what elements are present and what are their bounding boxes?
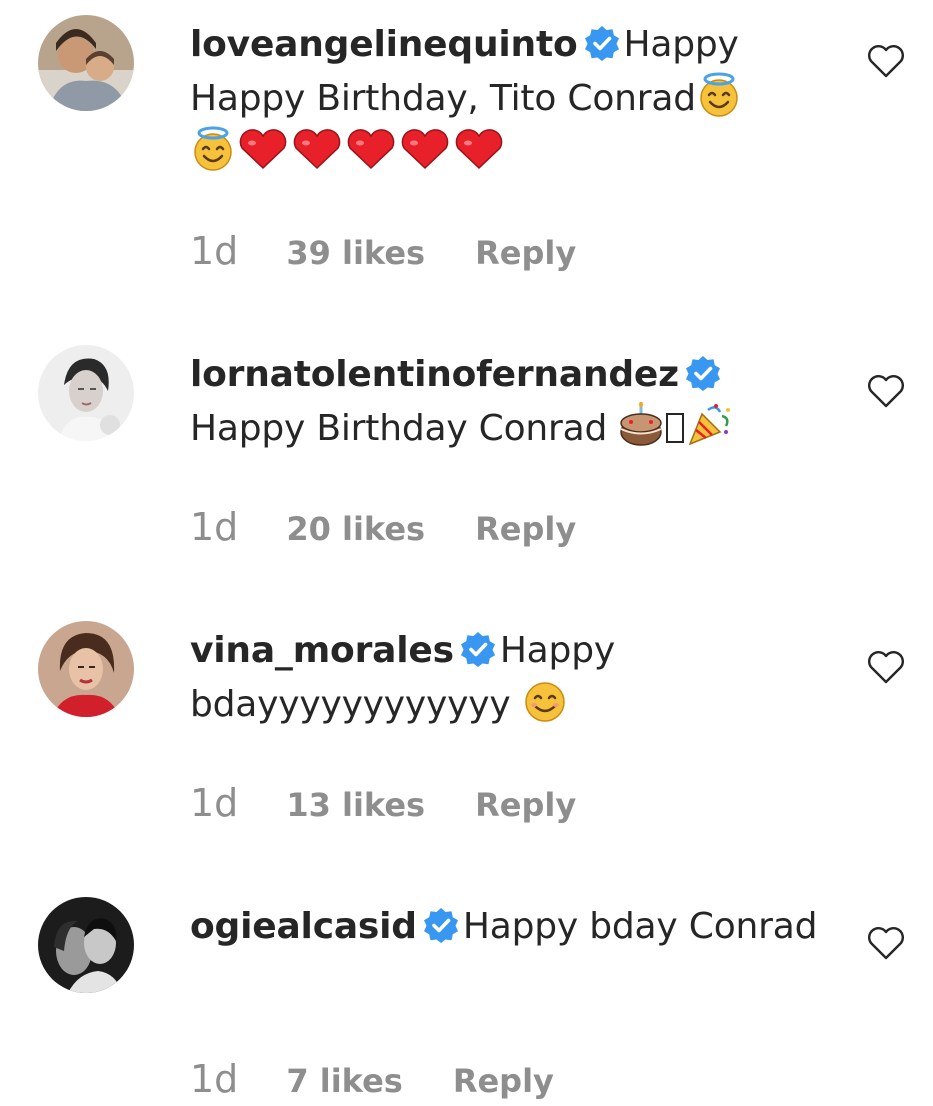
comment-time[interactable]: 1d	[190, 229, 238, 273]
red-heart-emoji	[452, 126, 506, 172]
like-heart-icon[interactable]	[866, 925, 906, 961]
red-heart-emoji	[290, 126, 344, 172]
birthday-cake-emoji	[618, 402, 664, 448]
comment-body: Happy bday Conrad	[462, 906, 818, 947]
verified-badge-icon	[685, 355, 721, 391]
comment-meta: 1d 7 likes Reply	[190, 1054, 554, 1104]
missing-glyph-box	[666, 413, 685, 443]
comment-body: Happy Birthday Conrad	[190, 408, 608, 449]
comment-time[interactable]: 1d	[190, 781, 238, 825]
likes-count[interactable]: 7 likes	[286, 1062, 403, 1100]
comment-text: ogiealcasid Happy bday Conrad	[190, 900, 840, 954]
comment-meta: 1d 13 likes Reply	[190, 778, 576, 828]
avatar[interactable]	[38, 15, 134, 111]
smiling-face-with-halo-emoji	[190, 126, 236, 172]
comment-username[interactable]: vina_morales	[190, 630, 454, 671]
comment-text: lornatolentinofernandez Happy Birthday Co…	[190, 348, 840, 456]
comment-text: vina_morales Happy bdayyyyyyyyyyyy	[190, 624, 840, 732]
verified-badge-icon	[584, 25, 620, 61]
reply-button[interactable]: Reply	[453, 1062, 554, 1100]
smiling-face-with-halo-emoji	[696, 72, 742, 118]
avatar[interactable]	[38, 345, 134, 441]
verified-badge-icon	[460, 631, 496, 667]
like-heart-icon[interactable]	[866, 649, 906, 685]
reply-button[interactable]: Reply	[475, 510, 576, 548]
reply-button[interactable]: Reply	[475, 786, 576, 824]
comment-meta: 1d 39 likes Reply	[190, 226, 576, 276]
comment-username[interactable]: lornatolentinofernandez	[190, 354, 679, 395]
comment-text: loveangelinequinto Happy Happy Birthday, …	[190, 18, 840, 180]
like-heart-icon[interactable]	[866, 43, 906, 79]
avatar[interactable]	[38, 897, 134, 993]
red-heart-emoji	[236, 126, 290, 172]
verified-badge-icon	[423, 907, 459, 943]
likes-count[interactable]: 13 likes	[286, 786, 425, 824]
party-popper-emoji	[686, 402, 732, 448]
comment-time[interactable]: 1d	[190, 505, 238, 549]
comment-time[interactable]: 1d	[190, 1057, 238, 1101]
red-heart-emoji	[398, 126, 452, 172]
comment-username[interactable]: ogiealcasid	[190, 906, 417, 947]
likes-count[interactable]: 39 likes	[286, 234, 425, 272]
avatar[interactable]	[38, 621, 134, 717]
comment-meta: 1d 20 likes Reply	[190, 502, 576, 552]
comment-username[interactable]: loveangelinequinto	[190, 24, 578, 65]
smiling-face-emoji	[522, 678, 568, 724]
like-heart-icon[interactable]	[866, 373, 906, 409]
reply-button[interactable]: Reply	[475, 234, 576, 272]
likes-count[interactable]: 20 likes	[286, 510, 425, 548]
red-heart-emoji	[344, 126, 398, 172]
